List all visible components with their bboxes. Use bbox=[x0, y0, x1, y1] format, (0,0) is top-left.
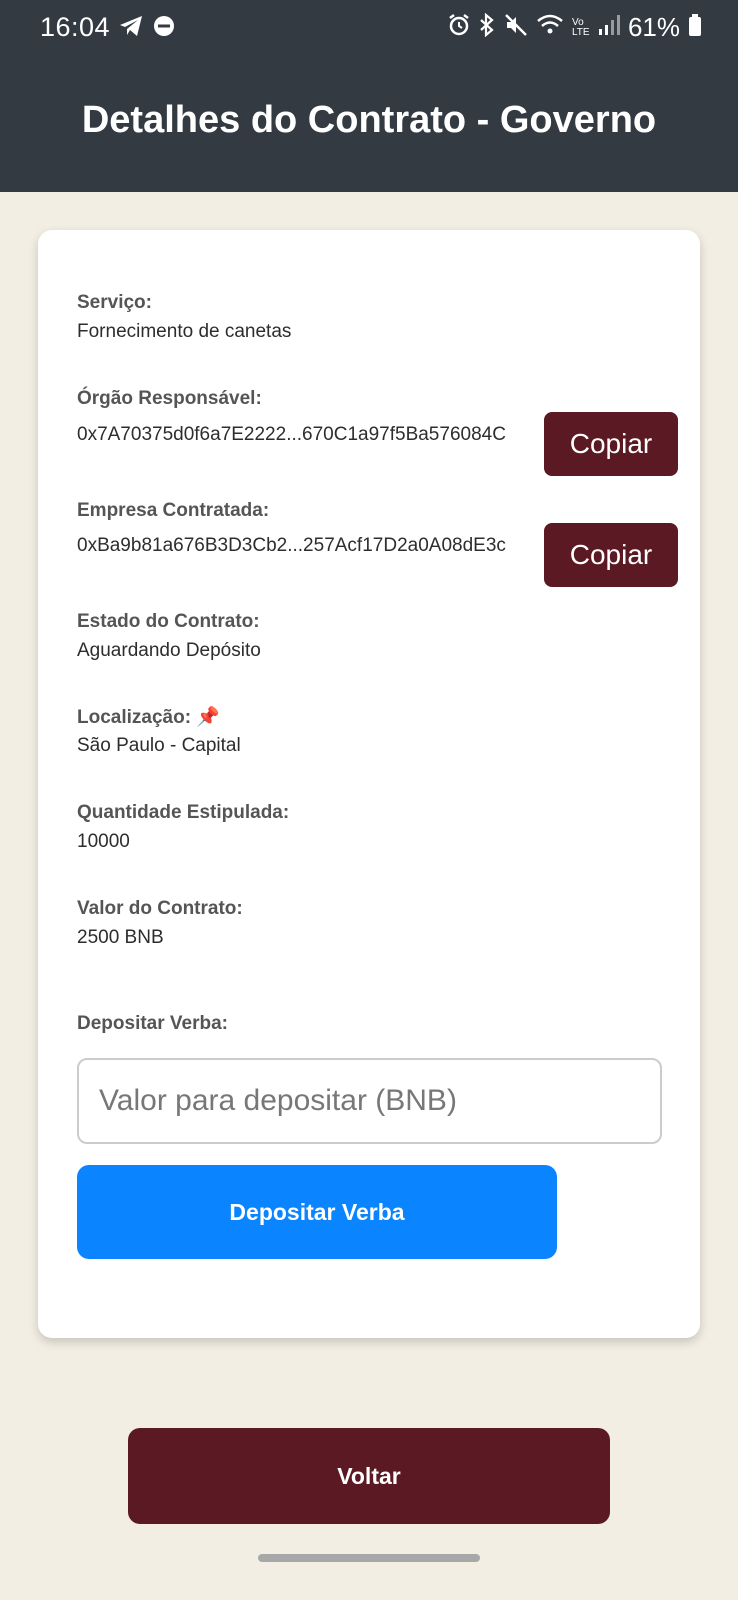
service-value: Fornecimento de canetas bbox=[77, 321, 292, 342]
company-label: Empresa Contratada: bbox=[77, 500, 270, 521]
status-right: Vo LTE 61% bbox=[448, 12, 702, 43]
page-title: Detalhes do Contrato - Governo bbox=[81, 99, 657, 141]
quantity-value: 10000 bbox=[77, 831, 130, 852]
location-label-text: Localização: bbox=[77, 707, 192, 728]
deposit-label: Depositar Verba: bbox=[77, 1013, 228, 1034]
status-left-icons bbox=[118, 14, 176, 43]
state-value: Aguardando Depósito bbox=[77, 640, 261, 661]
bluetooth-icon bbox=[478, 12, 496, 42]
agency-address: 0x7A70375d0f6a7E2222...670C1a97f5Ba57608… bbox=[77, 424, 506, 445]
battery-icon bbox=[688, 13, 702, 42]
value-label: Valor do Contrato: bbox=[77, 898, 243, 919]
battery-percentage: 61% bbox=[627, 12, 680, 42]
do-not-disturb-icon bbox=[152, 14, 176, 43]
location-value: São Paulo - Capital bbox=[77, 735, 241, 756]
location-label: Localização: 📌 bbox=[77, 705, 220, 729]
wifi-icon bbox=[536, 13, 564, 42]
home-indicator[interactable] bbox=[258, 1554, 480, 1562]
agency-label: Órgão Responsável: bbox=[77, 388, 262, 409]
back-button[interactable]: Voltar bbox=[128, 1428, 610, 1524]
signal-icon bbox=[598, 14, 620, 41]
quantity-label: Quantidade Estipulada: bbox=[77, 802, 290, 823]
status-time: 16:04 bbox=[40, 12, 111, 42]
pushpin-icon: 📌 bbox=[196, 707, 220, 728]
value-value: 2500 BNB bbox=[77, 927, 164, 948]
mute-icon bbox=[504, 13, 528, 42]
company-address: 0xBa9b81a676B3D3Cb2...257Acf17D2a0A08dE3… bbox=[77, 535, 506, 556]
contract-details-card: Serviço: Fornecimento de canetas Órgão R… bbox=[38, 230, 700, 1338]
deposit-amount-input[interactable] bbox=[77, 1058, 662, 1144]
status-bar: 16:04 Vo LTE 61% bbox=[0, 0, 738, 60]
state-label: Estado do Contrato: bbox=[77, 611, 260, 632]
volte-icon: Vo LTE bbox=[571, 16, 590, 38]
app-header: 16:04 Vo LTE 61% Detalhes do Contrato - … bbox=[0, 0, 738, 192]
deposit-button[interactable]: Depositar Verba bbox=[77, 1165, 557, 1259]
copy-company-button[interactable]: Copiar bbox=[544, 523, 678, 587]
copy-agency-button[interactable]: Copiar bbox=[544, 412, 678, 476]
alarm-icon bbox=[448, 13, 470, 42]
service-label: Serviço: bbox=[77, 292, 152, 313]
telegram-icon bbox=[118, 14, 144, 43]
